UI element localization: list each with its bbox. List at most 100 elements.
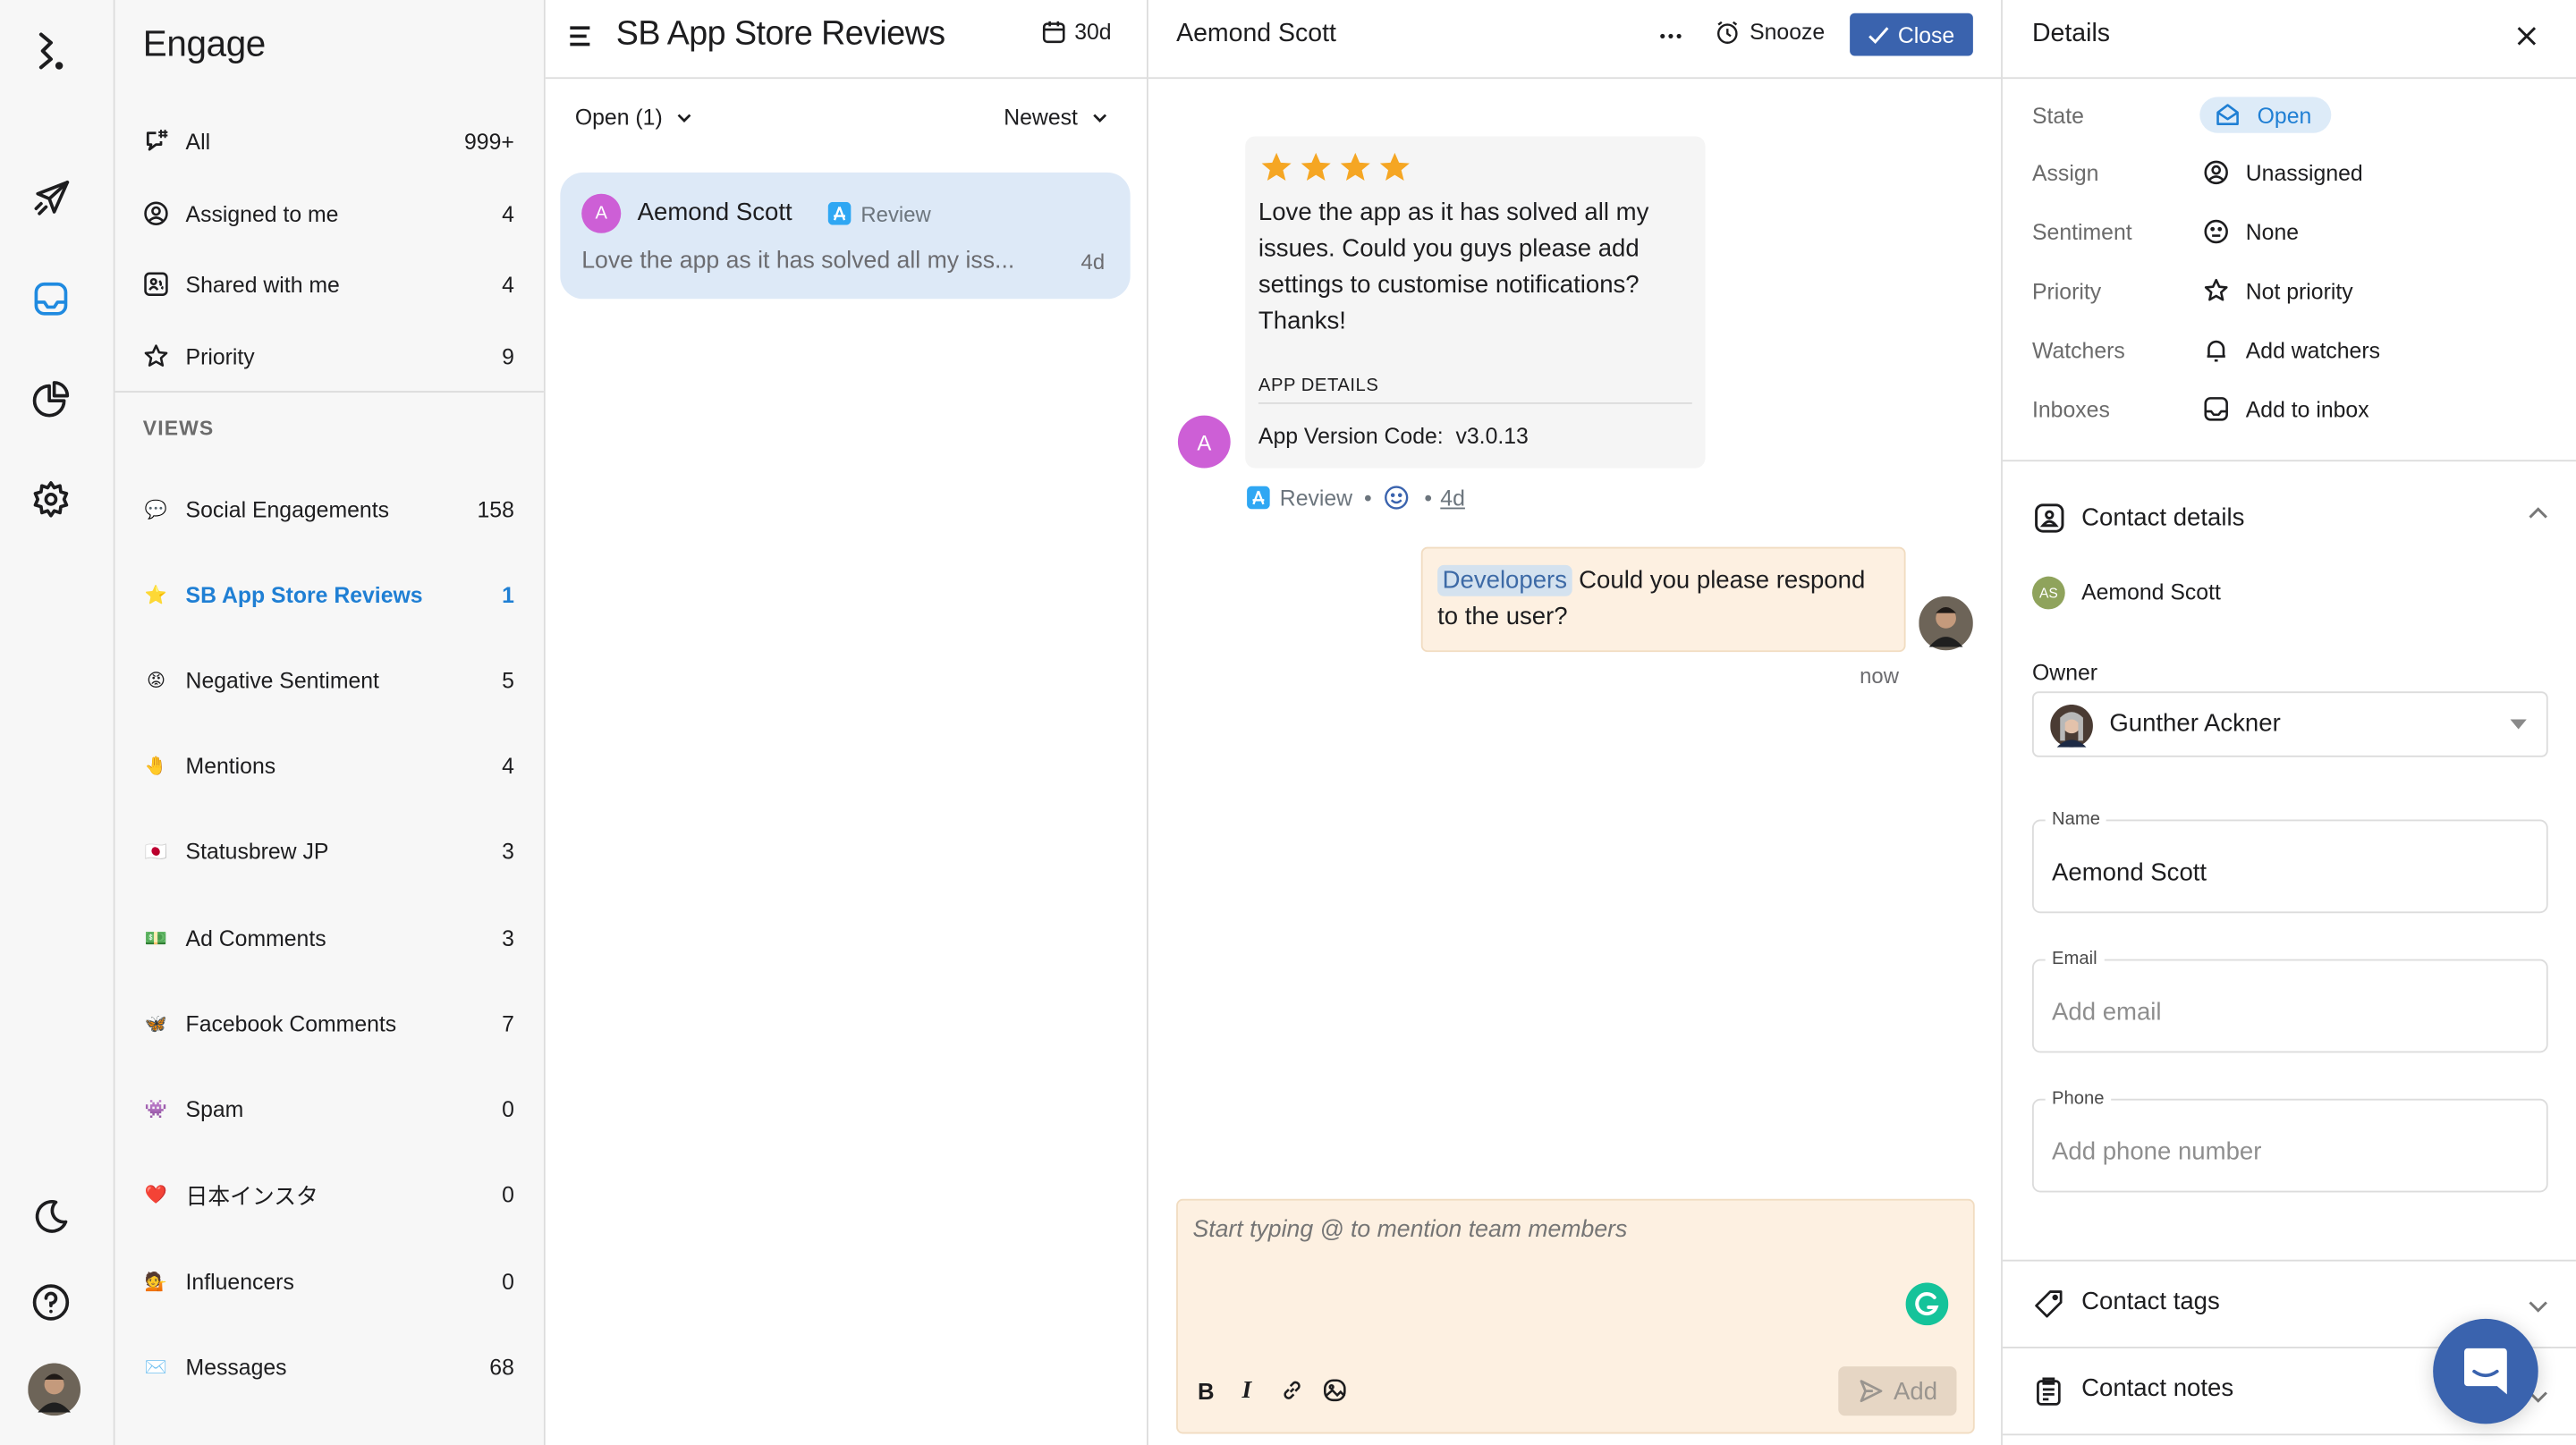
view-facebook-comments[interactable]: 🦋 Facebook Comments 7 bbox=[143, 1001, 514, 1046]
star-icon bbox=[143, 343, 169, 369]
message-preview: Love the app as it has solved all my iss… bbox=[581, 248, 1015, 275]
alarm-clock-icon bbox=[1716, 20, 1741, 45]
date-range-button[interactable]: 30d bbox=[1041, 20, 1112, 45]
app-version: App Version Code: v3.0.13 bbox=[1258, 423, 1529, 449]
contact-avatar: AS bbox=[2031, 576, 2065, 610]
separator-dot: • bbox=[1424, 485, 1433, 511]
chevron-down-icon bbox=[2529, 1301, 2548, 1314]
view-spam[interactable]: 👾 Spam 0 bbox=[143, 1086, 514, 1131]
view-ad-comments[interactable]: 💵 Ad Comments 3 bbox=[143, 915, 514, 960]
view-social-engagements[interactable]: 💬 Social Engagements 158 bbox=[143, 486, 514, 532]
inbox-icon bbox=[2203, 396, 2229, 422]
close-conversation-button[interactable]: Close bbox=[1850, 13, 1973, 56]
view-influencers[interactable]: 💁 Influencers 0 bbox=[143, 1258, 514, 1304]
inbox-icon[interactable] bbox=[30, 277, 72, 320]
assign-value[interactable]: Unassigned bbox=[2203, 159, 2363, 185]
contact-name: Aemond Scott bbox=[2081, 579, 2221, 604]
detail-row-sentiment: Sentiment None bbox=[2031, 218, 2300, 244]
sentiment-value[interactable]: None bbox=[2203, 218, 2299, 244]
caret-down-icon bbox=[2510, 719, 2527, 730]
internal-note: Developers Could you please respond to t… bbox=[1420, 546, 1906, 653]
name-field-label: Name bbox=[2045, 809, 2107, 830]
review-age-link[interactable]: 4d bbox=[1440, 486, 1465, 511]
review-author-avatar: A bbox=[1177, 415, 1231, 469]
note-input[interactable] bbox=[1192, 1216, 1883, 1283]
star-emoji-icon: ⭐ bbox=[144, 585, 168, 605]
status-filter-dropdown[interactable]: Open (1) bbox=[575, 106, 692, 130]
icon-rail bbox=[0, 0, 115, 1445]
link-icon[interactable] bbox=[1280, 1378, 1305, 1403]
detail-row-assign: Assign Unassigned bbox=[2031, 159, 2363, 185]
view-mentions[interactable]: 🤚 Mentions 4 bbox=[143, 742, 514, 788]
add-to-inbox-button[interactable]: Add to inbox bbox=[2203, 396, 2369, 422]
mention-tag[interactable]: Developers bbox=[1437, 564, 1572, 596]
phone-field-label: Phone bbox=[2045, 1088, 2111, 1109]
bold-icon[interactable]: B bbox=[1198, 1378, 1215, 1404]
help-icon[interactable] bbox=[30, 1281, 72, 1324]
star-icon bbox=[2203, 277, 2229, 303]
nav-item-all[interactable]: All 999+ bbox=[143, 118, 514, 164]
contact-details-toggle[interactable]: Contact details bbox=[2003, 493, 2576, 545]
grammarly-icon[interactable] bbox=[1905, 1282, 1949, 1326]
note-time: now bbox=[1860, 663, 1899, 689]
user-circle-icon bbox=[2203, 159, 2229, 185]
conversation-item[interactable]: A Aemond Scott Review Love the app as it… bbox=[560, 172, 1131, 300]
view-japan-instagram[interactable]: ❤️ 日本インスタ 0 bbox=[143, 1171, 514, 1217]
view-sb-app-store-reviews[interactable]: ⭐ SB App Store Reviews 1 bbox=[143, 571, 514, 617]
settings-icon[interactable] bbox=[30, 477, 72, 520]
italic-icon[interactable]: I bbox=[1242, 1378, 1252, 1406]
nav-item-priority[interactable]: Priority 9 bbox=[143, 334, 514, 379]
nav-item-shared-with-me[interactable]: Shared with me 4 bbox=[143, 261, 514, 307]
phone-input[interactable] bbox=[2052, 1137, 2529, 1167]
nav-item-assigned-to-me[interactable]: Assigned to me 4 bbox=[143, 190, 514, 236]
app-store-icon bbox=[827, 201, 852, 225]
neutral-face-icon bbox=[2203, 218, 2229, 244]
view-negative-sentiment[interactable]: 😡 Negative Sentiment 5 bbox=[143, 657, 514, 703]
heart-emoji-icon: ❤️ bbox=[144, 1185, 168, 1205]
owner-avatar bbox=[2050, 704, 2093, 748]
butterfly-emoji-icon: 🦋 bbox=[144, 1014, 168, 1035]
conversation-panel: Aemond Scott Snooze Close Love the app a… bbox=[1148, 0, 2003, 1445]
star-filled-icon bbox=[1379, 152, 1410, 182]
image-icon[interactable] bbox=[1323, 1378, 1348, 1403]
user-circle-icon bbox=[143, 200, 169, 226]
add-reaction-icon[interactable] bbox=[1384, 485, 1410, 511]
logo-icon[interactable] bbox=[30, 30, 72, 72]
chevron-down-icon bbox=[1092, 113, 1107, 123]
state-badge[interactable]: Open bbox=[2199, 97, 2332, 133]
hamburger-menu-icon[interactable] bbox=[568, 25, 591, 48]
publish-icon[interactable] bbox=[30, 177, 72, 220]
contact-name: Aemond Scott bbox=[637, 199, 792, 227]
raised-hand-emoji-icon: 🤚 bbox=[144, 756, 168, 776]
chat-widget-button[interactable] bbox=[2433, 1318, 2538, 1424]
contact-card-icon bbox=[2034, 503, 2065, 534]
analytics-icon[interactable] bbox=[30, 377, 72, 420]
owner-select[interactable]: Gunther Ackner bbox=[2031, 691, 2548, 757]
view-statusbrew-jp[interactable]: 🇯🇵 Statusbrew JP 3 bbox=[143, 828, 514, 874]
more-options-icon[interactable] bbox=[1657, 23, 1683, 49]
dark-mode-icon[interactable] bbox=[30, 1196, 72, 1238]
chevron-down-icon bbox=[677, 113, 692, 123]
contact-tags-heading: Contact tags bbox=[2081, 1287, 2220, 1316]
clipboard-icon bbox=[2034, 1376, 2063, 1406]
review-text: Love the app as it has solved all my iss… bbox=[1258, 199, 1649, 335]
priority-value[interactable]: Not priority bbox=[2203, 277, 2353, 303]
checkmark-icon bbox=[1868, 25, 1890, 44]
tag-icon bbox=[2034, 1289, 2063, 1319]
send-icon bbox=[1858, 1378, 1884, 1404]
close-icon[interactable] bbox=[2515, 25, 2538, 48]
star-filled-icon bbox=[1261, 152, 1292, 182]
user-avatar[interactable] bbox=[28, 1363, 80, 1416]
name-input[interactable] bbox=[2052, 858, 2529, 887]
snooze-button[interactable]: Snooze bbox=[1716, 20, 1825, 45]
email-input[interactable] bbox=[2052, 998, 2529, 1027]
add-watchers-button[interactable]: Add watchers bbox=[2203, 337, 2380, 363]
view-messages[interactable]: ✉️ Messages 68 bbox=[143, 1343, 514, 1389]
details-panel: Details State Open Assign Unassigned Sen… bbox=[2002, 0, 2576, 1445]
details-bottom-divider bbox=[2002, 1433, 2576, 1436]
add-note-button[interactable]: Add bbox=[1838, 1366, 1957, 1416]
shared-users-icon bbox=[143, 271, 169, 297]
separator-dot: • bbox=[1363, 485, 1372, 511]
detail-row-state: State Open bbox=[2032, 96, 2558, 135]
sort-dropdown[interactable]: Newest bbox=[1004, 106, 1107, 130]
